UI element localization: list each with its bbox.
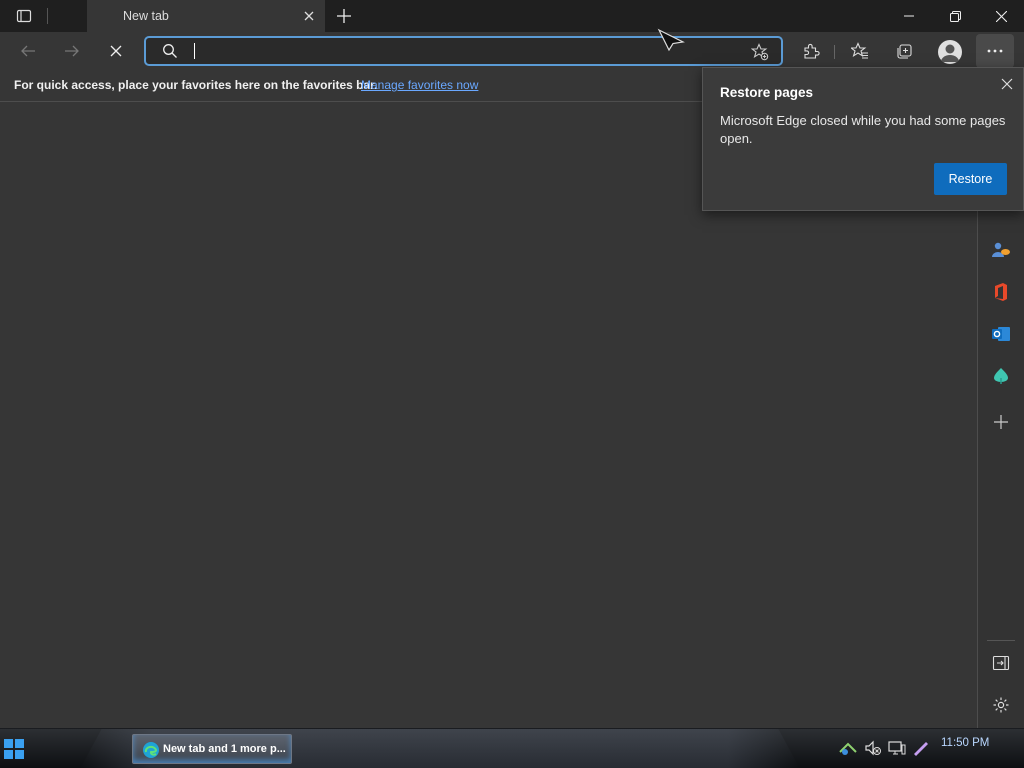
popup-title: Restore pages [720, 85, 814, 100]
popup-message: Microsoft Edge closed while you had some… [720, 113, 1006, 146]
title-bar: New tab [0, 0, 1024, 32]
new-tab-button[interactable] [332, 4, 356, 28]
tab-close-icon[interactable] [301, 8, 317, 24]
forward-button[interactable] [56, 35, 88, 67]
collections-button[interactable] [888, 35, 920, 67]
taskbar: New tab and 1 more p... 11:50 PM [0, 728, 1024, 768]
taskbar-edge-item[interactable]: New tab and 1 more p... [132, 734, 292, 764]
search-icon [162, 43, 178, 64]
tray-display-icon[interactable] [888, 739, 906, 757]
sidebar-separator [987, 640, 1015, 641]
address-input[interactable] [192, 42, 732, 60]
tray-network-icon[interactable] [839, 739, 857, 757]
clock[interactable]: 11:50 PM [941, 737, 989, 749]
popup-close-icon[interactable] [999, 76, 1015, 92]
add-favorite-icon[interactable] [750, 43, 769, 66]
tab-actions-icon[interactable] [10, 7, 38, 25]
sidebar-games-icon[interactable] [990, 239, 1012, 261]
favorites-bar-message: For quick access, place your favorites h… [14, 78, 378, 92]
profile-avatar[interactable] [938, 40, 962, 64]
tray-pen-icon[interactable] [912, 739, 930, 757]
tray-volume-muted-icon[interactable] [864, 739, 882, 757]
address-bar[interactable] [144, 36, 783, 66]
start-button[interactable] [4, 739, 24, 759]
sidebar-office-icon[interactable] [990, 281, 1012, 303]
back-button[interactable] [12, 35, 44, 67]
toolbar-separator [834, 45, 835, 59]
restore-window-button[interactable] [932, 0, 978, 32]
sidebar-settings-icon[interactable] [990, 694, 1012, 716]
toolbar [0, 32, 1024, 70]
taskbar-item-label: New tab and 1 more p... [163, 743, 286, 755]
stop-loading-button[interactable] [100, 35, 132, 67]
tab-title: New tab [123, 9, 169, 23]
tab-new-tab[interactable]: New tab [87, 0, 325, 32]
extensions-button[interactable] [795, 35, 827, 67]
minimize-button[interactable] [886, 0, 932, 32]
text-caret [194, 43, 195, 59]
restore-pages-popup: Restore pages Microsoft Edge closed whil… [702, 67, 1024, 211]
sidebar-add-icon[interactable] [990, 411, 1012, 433]
mouse-pointer-icon [657, 28, 685, 57]
settings-and-more-button[interactable] [976, 34, 1014, 68]
tab-separator [47, 8, 48, 24]
favorites-button[interactable] [844, 35, 876, 67]
restore-button[interactable]: Restore [934, 163, 1007, 195]
hide-sidebar-icon[interactable] [990, 652, 1012, 674]
edge-icon [142, 741, 160, 759]
sidebar-outlook-icon[interactable] [990, 323, 1012, 345]
close-window-button[interactable] [978, 0, 1024, 32]
manage-favorites-link[interactable]: Manage favorites now [361, 78, 478, 92]
sidebar-drop-icon[interactable] [990, 365, 1012, 387]
